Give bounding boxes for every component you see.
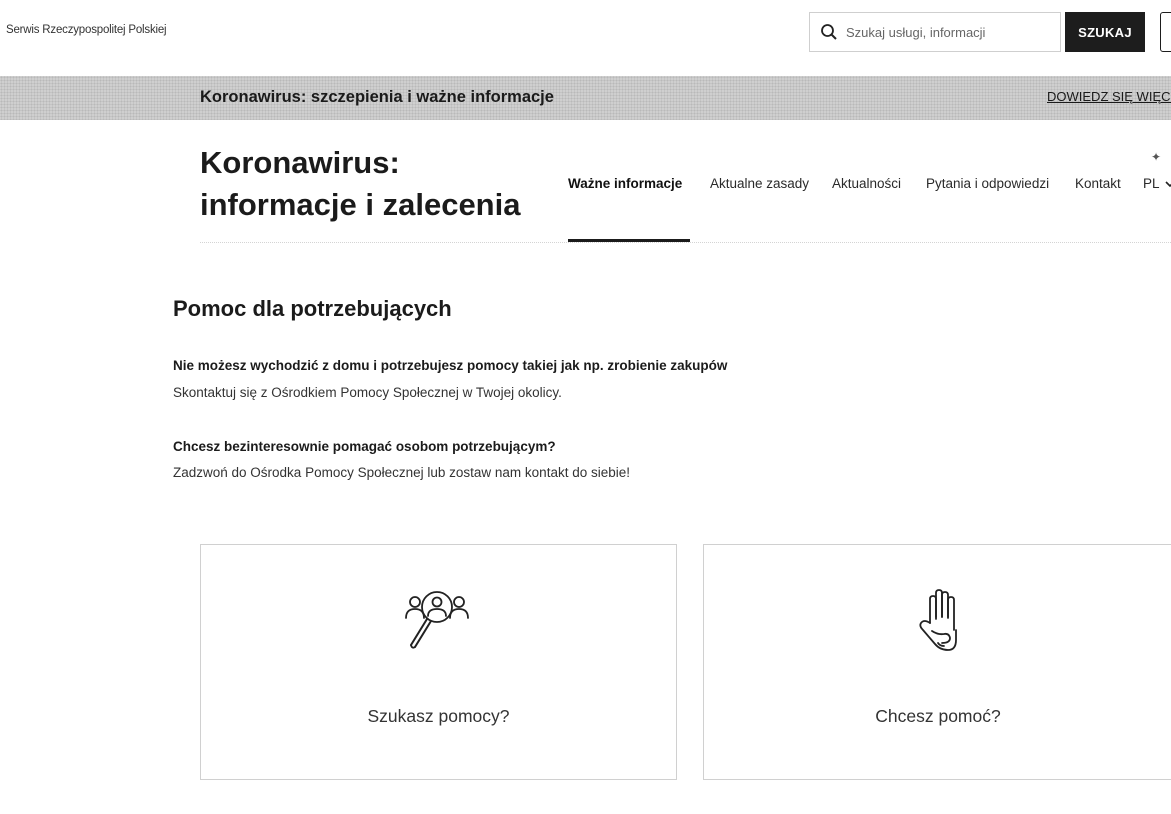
page-title: Koronawirus: informacje i zalecenia: [200, 142, 560, 226]
help-need-question: Nie możesz wychodzić z domu i potrzebuje…: [173, 358, 728, 373]
site-name[interactable]: Serwis Rzeczypospolitej Polskiej: [6, 24, 167, 36]
search-input[interactable]: [846, 24, 1046, 40]
tab-aktualne-zasady[interactable]: Aktualne zasady: [710, 176, 809, 191]
chevron-down-icon: [1165, 181, 1171, 188]
banner-title: Koronawirus: szczepienia i ważne informa…: [200, 88, 554, 106]
login-button[interactable]: [1160, 12, 1171, 52]
card-label-want-to-help: Chcesz pomoć?: [875, 706, 1001, 726]
search-box[interactable]: [809, 12, 1061, 52]
volunteer-text: Zadzwoń do Ośrodka Pomocy Społecznej lub…: [173, 465, 630, 480]
search-button[interactable]: SZUKAJ: [1065, 12, 1145, 52]
tab-wazne-informacje[interactable]: Ważne informacje: [568, 176, 682, 191]
card-looking-for-help[interactable]: Szukasz pomocy?: [200, 544, 677, 780]
helping-hand-icon: [919, 589, 957, 651]
language-select[interactable]: PL: [1143, 176, 1171, 191]
card-want-to-help[interactable]: Chcesz pomoć?: [703, 544, 1171, 780]
help-need-text: Skontaktuj się z Ośrodkiem Pomocy Społec…: [173, 385, 562, 400]
page-title-line-2: informacje i zalecenia: [200, 187, 521, 222]
page-title-line-1: Koronawirus:: [200, 145, 400, 180]
card-label-looking-for-help: Szukasz pomocy?: [367, 706, 510, 726]
tab-aktualnosci[interactable]: Aktualności: [832, 176, 901, 191]
covid-banner: Koronawirus: szczepienia i ważne informa…: [0, 76, 1171, 120]
tab-pytania-i-odpowiedzi[interactable]: Pytania i odpowiedzi: [926, 176, 1049, 191]
tab-kontakt[interactable]: Kontakt: [1075, 176, 1121, 191]
header-divider: [200, 242, 1171, 243]
top-bar: Serwis Rzeczypospolitej Polskiej SZUKAJ: [0, 0, 1171, 70]
emblem-icon: ✦: [1151, 150, 1162, 164]
section-title: Pomoc dla potrzebujących: [173, 296, 452, 321]
banner-more-link[interactable]: DOWIEDZ SIĘ WIĘCEJ: [1047, 89, 1171, 104]
search-icon: [820, 23, 838, 41]
volunteer-question: Chcesz bezinteresownie pomagać osobom po…: [173, 439, 556, 454]
language-label: PL: [1143, 176, 1160, 191]
magnifier-people-icon: [405, 591, 469, 649]
